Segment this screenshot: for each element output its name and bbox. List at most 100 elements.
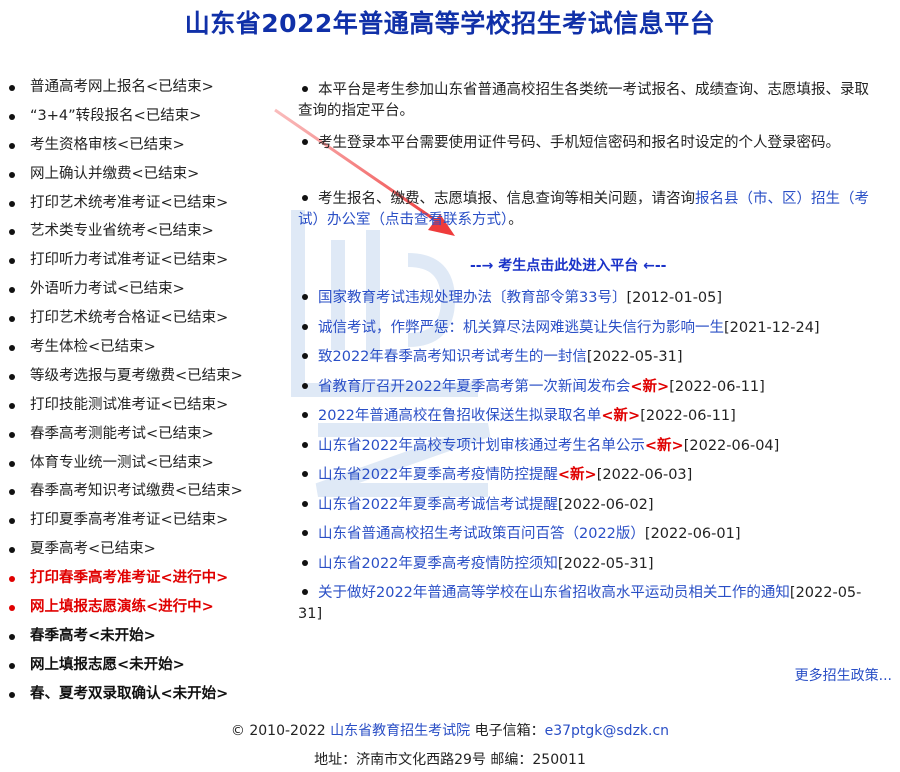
- bullet-dot-icon: [302, 412, 308, 418]
- menu-item[interactable]: 等级考选报与夏考缴费<已结束>: [8, 362, 243, 391]
- menu-item[interactable]: 夏季高考<已结束>: [8, 535, 243, 564]
- menu-item[interactable]: 春季高考<未开始>: [8, 622, 243, 651]
- news-date: [2022-06-11]: [640, 408, 736, 424]
- news-date: [2022-05-31]: [586, 349, 683, 365]
- news-date: [2022-06-04]: [683, 437, 780, 454]
- menu-item-label: 艺术类专业省统考<已结束>: [30, 223, 214, 240]
- news-item: 山东省2022年高校专项计划审核通过考生名单公示<新>[2022-06-04]: [298, 436, 883, 457]
- menu-item-label: 网上填报志愿<未开始>: [30, 656, 185, 673]
- menu-item-label: 考生资格审核<已结束>: [30, 136, 185, 153]
- menu-item[interactable]: 考生资格审核<已结束>: [8, 131, 243, 160]
- bullet-dot-icon: [9, 258, 15, 265]
- org-link[interactable]: 山东省教育招生考试院: [330, 723, 470, 739]
- menu-item-label: 普通高考网上报名<已结束>: [30, 79, 214, 95]
- news-link[interactable]: 诚信考试，作弊严惩：机关算尽法网难逃莫让失信行为影响一生: [318, 320, 724, 336]
- menu-item[interactable]: 打印春季高考准考证<进行中>: [8, 564, 243, 593]
- menu-item[interactable]: 外语听力考试<已结束>: [8, 275, 243, 304]
- menu-item[interactable]: 考生体检<已结束>: [8, 333, 243, 362]
- news-link[interactable]: 山东省2022年夏季高考诚信考试提醒: [318, 497, 558, 513]
- news-date: [2022-06-11]: [669, 378, 765, 395]
- bullet-dot-icon: [302, 353, 308, 359]
- menu-item-label: 外语听力考试<已结束>: [30, 281, 185, 298]
- menu-item[interactable]: “3+4”转段报名<已结束>: [8, 102, 243, 131]
- news-item: 山东省2022年夏季高考诚信考试提醒[2022-06-02]: [298, 495, 883, 516]
- news-item: 国家教育考试违规处理办法〔教育部令第33号〕[2012-01-05]: [298, 288, 883, 309]
- bullet-dot-icon: [302, 441, 308, 448]
- menu-item-label: 夏季高考<已结束>: [30, 541, 156, 558]
- menu-item[interactable]: 打印技能测试准考证<已结束>: [8, 391, 243, 420]
- news-link[interactable]: 2022年普通高校在鲁招收保送生拟录取名单: [318, 408, 601, 424]
- more-policies-link[interactable]: 更多招生政策...: [795, 665, 892, 685]
- menu-item[interactable]: 打印夏季高考准考证<已结束>: [8, 506, 243, 535]
- news-link[interactable]: 山东省普通高校招生考试政策百问百答（2022版）: [318, 526, 645, 542]
- menu-item-label: 打印夏季高考准考证<已结束>: [30, 512, 229, 529]
- notice-text: 本平台是考生参加山东省普通高校招生各类统一考试报名、成绩查询、志愿填报、录取查询…: [298, 82, 869, 119]
- menu-item[interactable]: 春、夏考双录取确认<未开始>: [8, 680, 243, 709]
- news-link[interactable]: 关于做好2022年普通高等学校在山东省招收高水平运动员相关工作的通知: [318, 585, 790, 601]
- menu-item[interactable]: 打印听力考试准考证<已结束>: [8, 246, 243, 275]
- menu-item[interactable]: 打印艺术统考准考证<已结束>: [8, 189, 243, 218]
- email-label: 电子信箱：: [474, 723, 545, 739]
- menu-item-label: 打印听力考试准考证<已结束>: [30, 252, 229, 269]
- news-item: 山东省2022年夏季高考疫情防控须知[2022-05-31]: [298, 554, 883, 575]
- bullet-dot-icon: [9, 200, 15, 207]
- menu-item-label: 春季高考知识考试缴费<已结束>: [30, 483, 243, 500]
- email-link[interactable]: e37ptgk@sdzk.cn: [545, 723, 669, 739]
- bullet-dot-icon: [302, 382, 308, 389]
- menu-item[interactable]: 网上确认并缴费<已结束>: [8, 160, 243, 189]
- news-date: [2022-06-01]: [644, 526, 741, 542]
- news-link[interactable]: 致2022年春季高考知识考试考生的一封信: [318, 349, 587, 365]
- bullet-dot-icon: [9, 373, 15, 380]
- news-item: 关于做好2022年普通高等学校在山东省招收高水平运动员相关工作的通知[2022-…: [298, 583, 883, 625]
- menu-item[interactable]: 网上填报志愿演练<进行中>: [8, 593, 243, 622]
- bullet-dot-icon: [302, 86, 308, 92]
- sidebar-menu: 普通高考网上报名<已结束> “3+4”转段报名<已结束> 考生资格审核<已结束> 网上…: [8, 73, 243, 709]
- notice-platform: 本平台是考生参加山东省普通高校招生各类统一考试报名、成绩查询、志愿填报、录取查询…: [298, 80, 883, 122]
- news-item: 2022年普通高校在鲁招收保送生拟录取名单<新>[2022-06-11]: [298, 406, 883, 427]
- menu-item[interactable]: 网上填报志愿<未开始>: [8, 651, 243, 680]
- menu-item[interactable]: 艺术类专业省统考<已结束>: [8, 217, 243, 246]
- menu-item[interactable]: 打印艺术统考合格证<已结束>: [8, 304, 243, 333]
- new-badge: <新>: [630, 378, 670, 395]
- bullet-dot-icon: [9, 142, 15, 149]
- news-item: 山东省2022年夏季高考疫情防控提醒<新>[2022-06-03]: [298, 465, 883, 486]
- news-date: [2012-01-05]: [626, 290, 723, 306]
- bullet-dot-icon: [9, 85, 15, 91]
- footer-address: 地址：济南市文化西路29号 邮编：250011: [314, 752, 586, 768]
- menu-item[interactable]: 春季高考知识考试缴费<已结束>: [8, 477, 243, 506]
- menu-item-label: 体育专业统一测试<已结束>: [30, 454, 214, 471]
- news-link[interactable]: 山东省2022年夏季高考疫情防控提醒: [318, 467, 558, 483]
- bullet-dot-icon: [302, 195, 308, 201]
- new-badge: <新>: [557, 467, 597, 483]
- bullet-dot-icon: [9, 316, 15, 323]
- menu-item-label: 打印技能测试准考证<已结束>: [30, 396, 229, 413]
- news-link[interactable]: 国家教育考试违规处理办法〔教育部令第33号〕: [318, 290, 626, 306]
- menu-item[interactable]: 普通高考网上报名<已结束>: [8, 73, 243, 102]
- notice-contact: 考生报名、缴费、志愿填报、信息查询等相关问题，请咨询报名县（市、区）招生（考试）…: [298, 189, 883, 231]
- menu-item-label: 考生体检<已结束>: [30, 339, 156, 356]
- news-link[interactable]: 省教育厅召开2022年夏季高考第一次新闻发布会: [318, 379, 630, 395]
- bullet-dot-icon: [9, 662, 15, 669]
- new-badge: <新>: [601, 408, 641, 424]
- news-link[interactable]: 山东省2022年夏季高考疫情防控须知: [318, 556, 558, 572]
- bullet-dot-icon: [9, 633, 15, 640]
- news-date: [2022-06-02]: [557, 496, 654, 513]
- notice-text: 。: [508, 212, 523, 228]
- bullet-dot-icon: [9, 345, 15, 352]
- enter-platform-link[interactable]: --→ 考生点击此处进入平台 ←--: [470, 255, 666, 275]
- menu-item[interactable]: 体育专业统一测试<已结束>: [8, 449, 243, 478]
- bullet-dot-icon: [9, 171, 15, 178]
- page-title: 山东省2022年普通高等学校招生考试信息平台: [184, 9, 716, 38]
- copyright-text: © 2010-2022: [230, 723, 326, 739]
- news-item: 省教育厅召开2022年夏季高考第一次新闻发布会<新>[2022-06-11]: [298, 377, 883, 398]
- menu-item-label: “3+4”转段报名<已结束>: [30, 107, 202, 124]
- menu-item[interactable]: 春季高考测能考试<已结束>: [8, 420, 243, 449]
- news-item: 诚信考试，作弊严惩：机关算尽法网难逃莫让失信行为影响一生[2021-12-24]: [298, 318, 883, 339]
- bullet-dot-icon: [302, 559, 308, 566]
- news-item: 致2022年春季高考知识考试考生的一封信[2022-05-31]: [298, 347, 883, 368]
- bullet-dot-icon: [302, 471, 308, 477]
- news-link[interactable]: 山东省2022年高校专项计划审核通过考生名单公示: [318, 438, 645, 454]
- bullet-dot-icon: [302, 530, 308, 536]
- bullet-dot-icon: [9, 402, 15, 409]
- bullet-dot-icon: [9, 287, 15, 294]
